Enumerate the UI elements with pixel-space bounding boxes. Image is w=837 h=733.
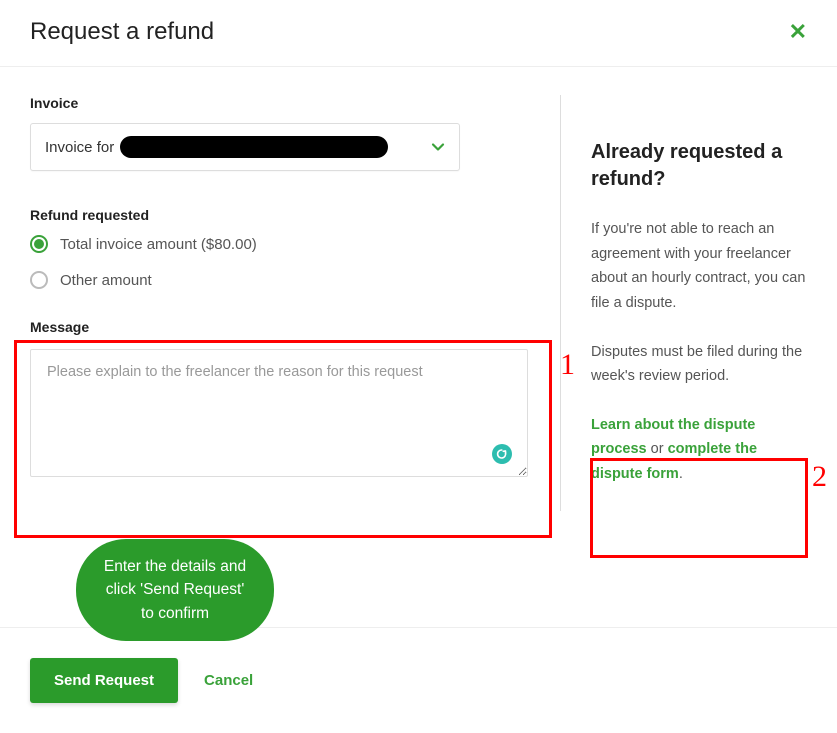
sidebar-links-para: Learn about the dispute process or compl… (591, 413, 807, 487)
sidebar-title: Already requested a refund? (591, 139, 807, 193)
send-request-button[interactable]: Send Request (30, 658, 178, 703)
dialog-footer: Send Request Cancel (0, 627, 837, 733)
grammarly-icon[interactable] (492, 444, 512, 464)
sidebar-mid-text: or (647, 441, 668, 457)
radio-total-label: Total invoice amount ($80.00) (60, 236, 257, 253)
radio-icon (30, 271, 48, 289)
message-section: Message (30, 319, 550, 480)
close-icon[interactable]: ✕ (789, 21, 807, 43)
dialog-body: Invoice Invoice for Refund requested Tot… (0, 67, 837, 521)
invoice-select[interactable]: Invoice for (30, 123, 460, 171)
annotation-bubble: Enter the details and click 'Send Reques… (76, 539, 274, 641)
refund-label: Refund requested (30, 207, 550, 223)
invoice-prefix: Invoice for (45, 139, 114, 156)
cancel-button[interactable]: Cancel (204, 672, 253, 689)
page-title: Request a refund (30, 18, 214, 46)
sidebar-end-text: . (679, 466, 683, 482)
dialog-header: Request a refund ✕ (0, 0, 837, 67)
message-label: Message (30, 319, 550, 335)
redacted-text (120, 136, 388, 158)
radio-other-label: Other amount (60, 272, 152, 289)
chevron-down-icon (431, 140, 445, 154)
sidebar-para-1: If you're not able to reach an agreement… (591, 217, 807, 316)
message-textarea[interactable] (30, 349, 528, 477)
sidebar-column: Already requested a refund? If you're no… (560, 95, 807, 511)
form-column: Invoice Invoice for Refund requested Tot… (30, 95, 560, 511)
radio-total-amount[interactable]: Total invoice amount ($80.00) (30, 235, 550, 253)
radio-icon (30, 235, 48, 253)
refund-amount-section: Refund requested Total invoice amount ($… (30, 207, 550, 289)
radio-other-amount[interactable]: Other amount (30, 271, 550, 289)
invoice-value: Invoice for (45, 136, 388, 158)
invoice-label: Invoice (30, 95, 550, 111)
sidebar-para-2: Disputes must be filed during the week's… (591, 340, 807, 389)
